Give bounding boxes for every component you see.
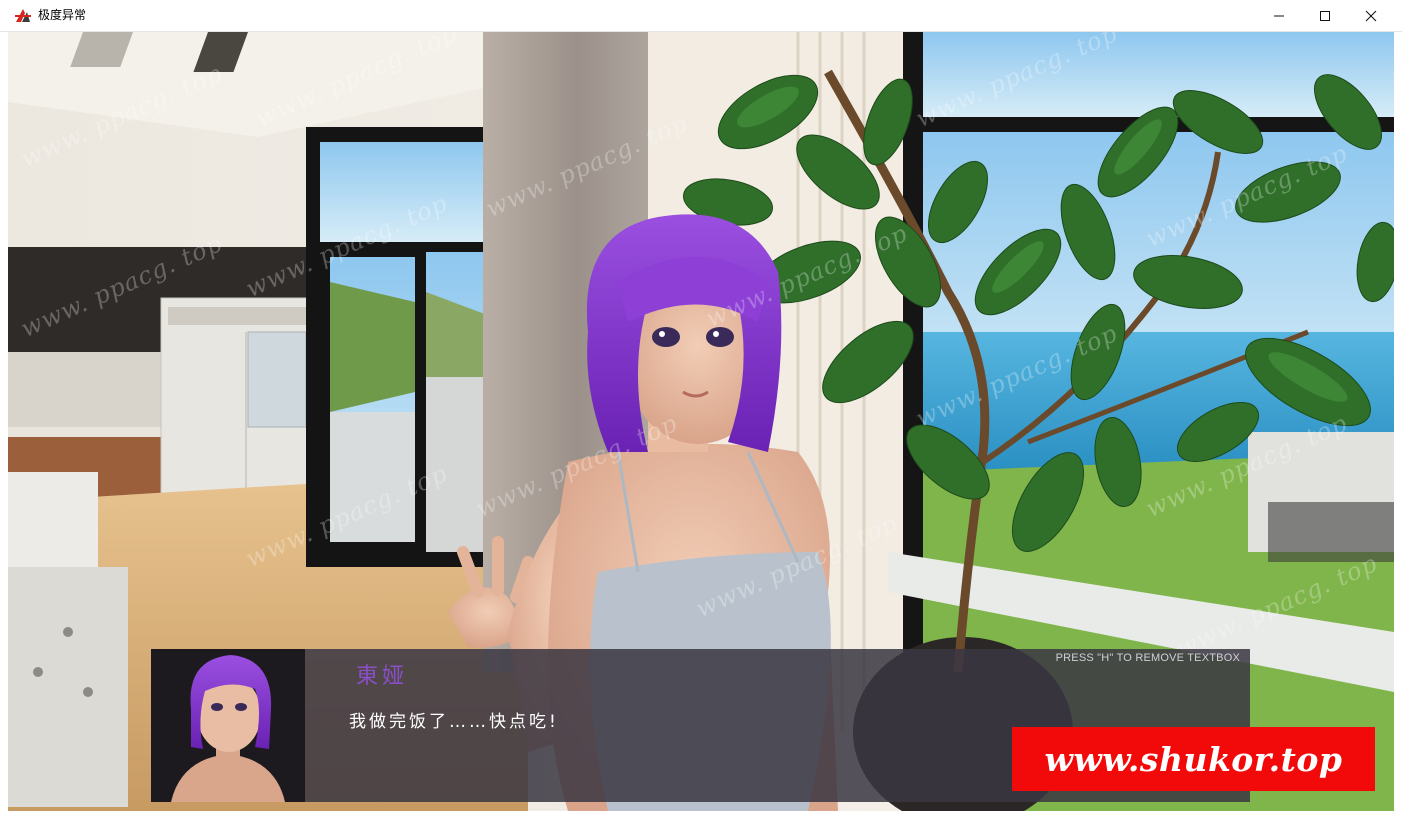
dialogue-line: 我做完饭了……快点吃! <box>349 712 559 732</box>
minimize-button[interactable] <box>1256 0 1302 31</box>
maximize-icon <box>1320 10 1330 21</box>
promo-text: www.shukor.top <box>1044 739 1343 779</box>
promo-banner: www.shukor.top <box>1012 727 1375 791</box>
hide-textbox-hint: PRESS "H" TO REMOVE TEXTBOX <box>1055 652 1240 664</box>
maximize-button[interactable] <box>1302 0 1348 31</box>
minimize-icon <box>1274 15 1284 16</box>
close-icon <box>1365 10 1377 21</box>
game-viewport[interactable]: www. ppacg. top www. ppacg. top www. ppa… <box>8 32 1394 811</box>
portrait-image <box>151 649 305 802</box>
window-title: 极度异常 <box>38 8 87 22</box>
close-button[interactable] <box>1348 0 1394 31</box>
speaker-name: 東娅 <box>356 664 409 689</box>
app-logo-icon <box>15 9 31 22</box>
window-titlebar[interactable]: 极度异常 <box>0 0 1402 32</box>
speaker-portrait <box>151 649 305 802</box>
